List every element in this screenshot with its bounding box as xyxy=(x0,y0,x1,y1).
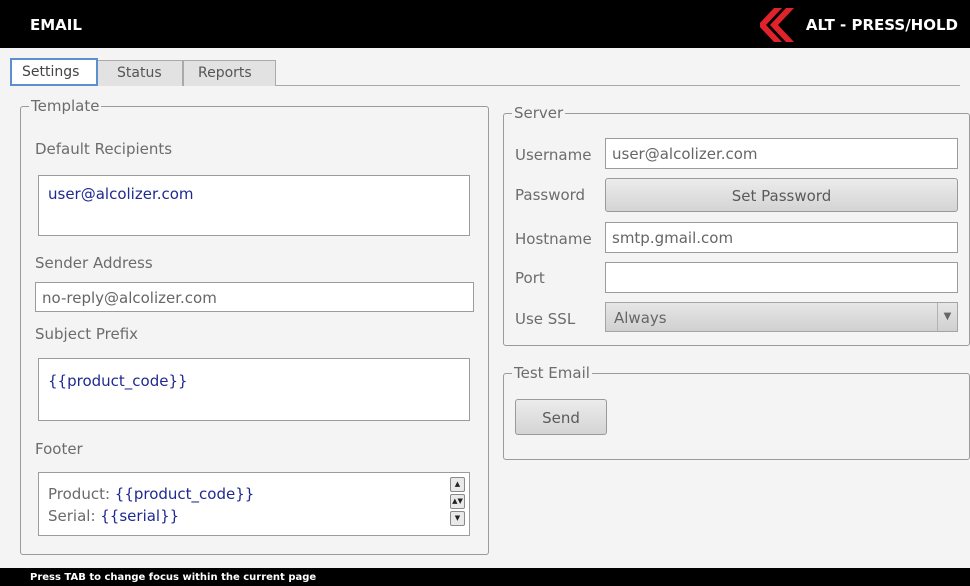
port-label: Port xyxy=(515,269,545,287)
set-password-label: Set Password xyxy=(731,187,832,205)
footer-label: Footer xyxy=(35,440,83,458)
tab-settings[interactable]: Settings xyxy=(10,58,98,86)
server-legend: Server xyxy=(514,104,564,122)
sender-address-value: no-reply@alcolizer.com xyxy=(42,289,217,307)
hostname-label: Hostname xyxy=(515,230,592,248)
use-ssl-select[interactable]: Always ▼ xyxy=(605,302,958,332)
sender-address-input[interactable]: no-reply@alcolizer.com xyxy=(35,282,474,312)
template-legend: Template xyxy=(31,97,100,115)
tab-settings-label: Settings xyxy=(22,64,80,80)
footer-line-serial: Serial: {{serial}} xyxy=(48,505,469,527)
test-email-legend: Test Email xyxy=(514,364,590,382)
footer-line-value: {{serial}} xyxy=(100,507,180,525)
use-ssl-value: Always xyxy=(614,309,667,327)
tab-status-label: Status xyxy=(117,65,162,81)
send-button-label: Send xyxy=(542,409,580,427)
port-input[interactable] xyxy=(605,262,958,293)
password-label: Password xyxy=(515,186,586,204)
send-test-email-button[interactable]: Send xyxy=(515,399,607,435)
username-label: Username xyxy=(515,146,592,164)
footer-line-label: Serial: xyxy=(48,507,101,525)
page-title: EMAIL xyxy=(30,16,82,34)
footer-textarea[interactable]: Product: {{product_code}} Serial: {{seri… xyxy=(38,472,470,536)
hostname-value: smtp.gmail.com xyxy=(612,229,734,247)
alt-press-hold-hint: ALT - PRESS/HOLD xyxy=(805,16,958,34)
tab-reports[interactable]: Reports xyxy=(183,60,276,86)
username-value: user@alcolizer.com xyxy=(612,145,758,163)
scroll-down-icon[interactable]: ▼ xyxy=(450,511,465,526)
scroll-up-icon[interactable]: ▲ xyxy=(450,477,465,492)
scroll-handle-icon[interactable]: ▲▼ xyxy=(450,494,465,509)
sender-address-label: Sender Address xyxy=(35,254,153,272)
tab-status[interactable]: Status xyxy=(97,60,183,86)
default-recipients-textarea[interactable]: user@alcolizer.com xyxy=(38,175,470,236)
status-bar: Press TAB to change focus within the cur… xyxy=(0,568,970,586)
default-recipients-value: user@alcolizer.com xyxy=(48,185,194,203)
header-bar: EMAIL ALT - PRESS/HOLD xyxy=(0,0,970,48)
subject-prefix-value: {{product_code}} xyxy=(48,372,188,390)
footer-scrollbar[interactable]: ▲ ▲▼ ▼ xyxy=(450,477,465,527)
subject-prefix-textarea[interactable]: {{product_code}} xyxy=(38,358,470,421)
set-password-button[interactable]: Set Password xyxy=(605,178,958,212)
tab-reports-label: Reports xyxy=(198,65,252,81)
brand-chevron-icon xyxy=(760,8,794,42)
status-bar-text: Press TAB to change focus within the cur… xyxy=(30,572,317,583)
default-recipients-label: Default Recipients xyxy=(35,140,173,158)
hostname-input[interactable]: smtp.gmail.com xyxy=(605,222,958,253)
subject-prefix-label: Subject Prefix xyxy=(35,325,139,343)
footer-line-product: Product: {{product_code}} xyxy=(48,483,469,505)
footer-line-label: Product: xyxy=(48,485,115,503)
footer-line-value: {{product_code}} xyxy=(114,485,255,503)
use-ssl-label: Use SSL xyxy=(515,310,576,328)
username-input[interactable]: user@alcolizer.com xyxy=(605,138,958,169)
chevron-down-icon[interactable]: ▼ xyxy=(937,303,957,331)
